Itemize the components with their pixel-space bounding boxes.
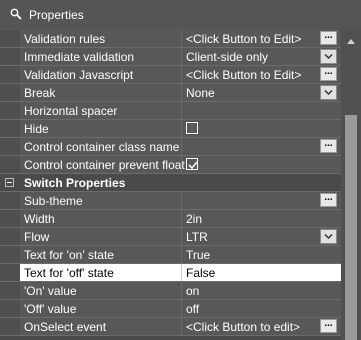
collapse-icon[interactable] [5, 178, 14, 187]
property-row[interactable]: Text for 'off' state False [0, 264, 341, 282]
property-value[interactable]: None [186, 86, 215, 100]
row-gutter [0, 282, 20, 299]
row-gutter [0, 264, 20, 281]
ellipsis-button[interactable]: ... [320, 193, 337, 207]
property-row[interactable]: Sub-theme... [0, 192, 341, 210]
property-row[interactable]: Validation Javascript <Click Button to Ed… [0, 66, 341, 84]
property-row[interactable]: Width 2in [0, 210, 341, 228]
property-name: 'On' value [24, 284, 77, 298]
row-gutter [0, 48, 20, 65]
property-row[interactable]: 'Off' value off [0, 300, 341, 318]
property-value[interactable]: 2in [186, 212, 202, 226]
row-gutter [0, 192, 20, 209]
scroll-up-arrow-icon[interactable] [347, 33, 355, 47]
column-divider [181, 210, 182, 227]
column-divider [181, 228, 182, 245]
panel-title: Properties [29, 8, 84, 22]
column-divider [181, 66, 182, 83]
column-divider [181, 102, 182, 119]
column-divider [181, 246, 182, 263]
property-value[interactable]: True [186, 248, 210, 262]
column-divider [181, 318, 182, 335]
property-value[interactable]: <Click Button to Edit> [186, 32, 301, 46]
property-row[interactable]: Immediate validation Client-side only [0, 48, 341, 66]
property-name: Sub-theme [24, 194, 83, 208]
properties-title-bar: Properties [0, 0, 361, 29]
row-gutter [0, 84, 20, 101]
property-name: Control container prevent float [24, 158, 185, 172]
category-row[interactable]: Field Label [0, 336, 341, 340]
property-row[interactable]: Control container class name... [0, 138, 341, 156]
property-row[interactable]: Validation rules <Click Button to Edit>..… [0, 30, 341, 48]
chevron-down-icon[interactable] [320, 85, 337, 100]
property-name: Text for 'on' state [24, 248, 114, 262]
property-name: Validation rules [24, 32, 106, 46]
property-name: Control container class name [24, 140, 180, 154]
property-row[interactable]: Hide [0, 120, 341, 138]
property-value[interactable]: LTR [186, 230, 208, 244]
row-gutter [0, 66, 20, 83]
property-value[interactable]: <Click Button to edit> [186, 320, 300, 334]
row-gutter [0, 210, 20, 227]
property-row[interactable]: 'On' value on [0, 282, 341, 300]
property-row[interactable]: OnSelect event <Click Button to edit>... [0, 318, 341, 336]
scrollbar-thumb[interactable] [345, 115, 357, 340]
chevron-down-icon[interactable] [320, 49, 337, 64]
row-gutter [0, 300, 20, 317]
property-name: Break [24, 86, 56, 100]
category-label: Switch Properties [24, 176, 126, 190]
property-name: Hide [24, 122, 49, 136]
row-gutter [0, 120, 20, 137]
column-divider [181, 282, 182, 299]
chevron-down-icon[interactable] [320, 229, 337, 244]
property-value[interactable]: on [186, 284, 199, 298]
column-divider [181, 30, 182, 47]
property-name: Text for 'off' state [24, 266, 114, 280]
category-row[interactable]: Switch Properties [0, 174, 341, 192]
property-checkbox[interactable] [186, 122, 198, 134]
property-name: 'Off' value [24, 302, 77, 316]
column-divider [181, 120, 182, 137]
row-gutter [0, 138, 20, 155]
column-divider [181, 300, 182, 317]
column-divider [181, 138, 182, 155]
property-checkbox[interactable] [186, 158, 198, 170]
row-gutter [0, 102, 20, 119]
property-value[interactable]: <Click Button to Edit> [186, 68, 301, 82]
property-row[interactable]: Horizontal spacer [0, 102, 341, 120]
property-value[interactable]: off [186, 302, 199, 316]
row-gutter [0, 156, 20, 173]
property-row[interactable]: Text for 'on' state True [0, 246, 341, 264]
ellipsis-button[interactable]: ... [320, 67, 337, 81]
property-name: Horizontal spacer [24, 104, 118, 118]
column-divider [181, 192, 182, 209]
property-name: Validation Javascript [24, 68, 134, 82]
column-divider [181, 48, 182, 65]
property-row[interactable]: Break None [0, 84, 341, 102]
property-name: OnSelect event [24, 320, 107, 334]
column-divider [181, 264, 182, 281]
property-grid: Validation rules <Click Button to Edit>..… [0, 29, 341, 340]
property-name: Width [24, 212, 55, 226]
row-gutter [0, 246, 20, 263]
row-gutter [0, 228, 20, 245]
property-row[interactable]: Flow LTR [0, 228, 341, 246]
ellipsis-button[interactable]: ... [320, 139, 337, 153]
property-row[interactable]: Control container prevent float [0, 156, 341, 174]
property-name: Immediate validation [24, 50, 135, 64]
property-value[interactable]: False [186, 266, 215, 280]
property-value[interactable]: Client-side only [186, 50, 268, 64]
row-gutter [0, 318, 20, 335]
ellipsis-button[interactable]: ... [320, 31, 337, 45]
vertical-scrollbar[interactable] [341, 29, 361, 340]
property-name: Flow [24, 230, 50, 244]
ellipsis-button[interactable]: ... [320, 319, 337, 333]
row-gutter [0, 30, 20, 47]
column-divider [181, 156, 182, 173]
column-divider [181, 84, 182, 101]
magnifier-icon [10, 8, 22, 20]
